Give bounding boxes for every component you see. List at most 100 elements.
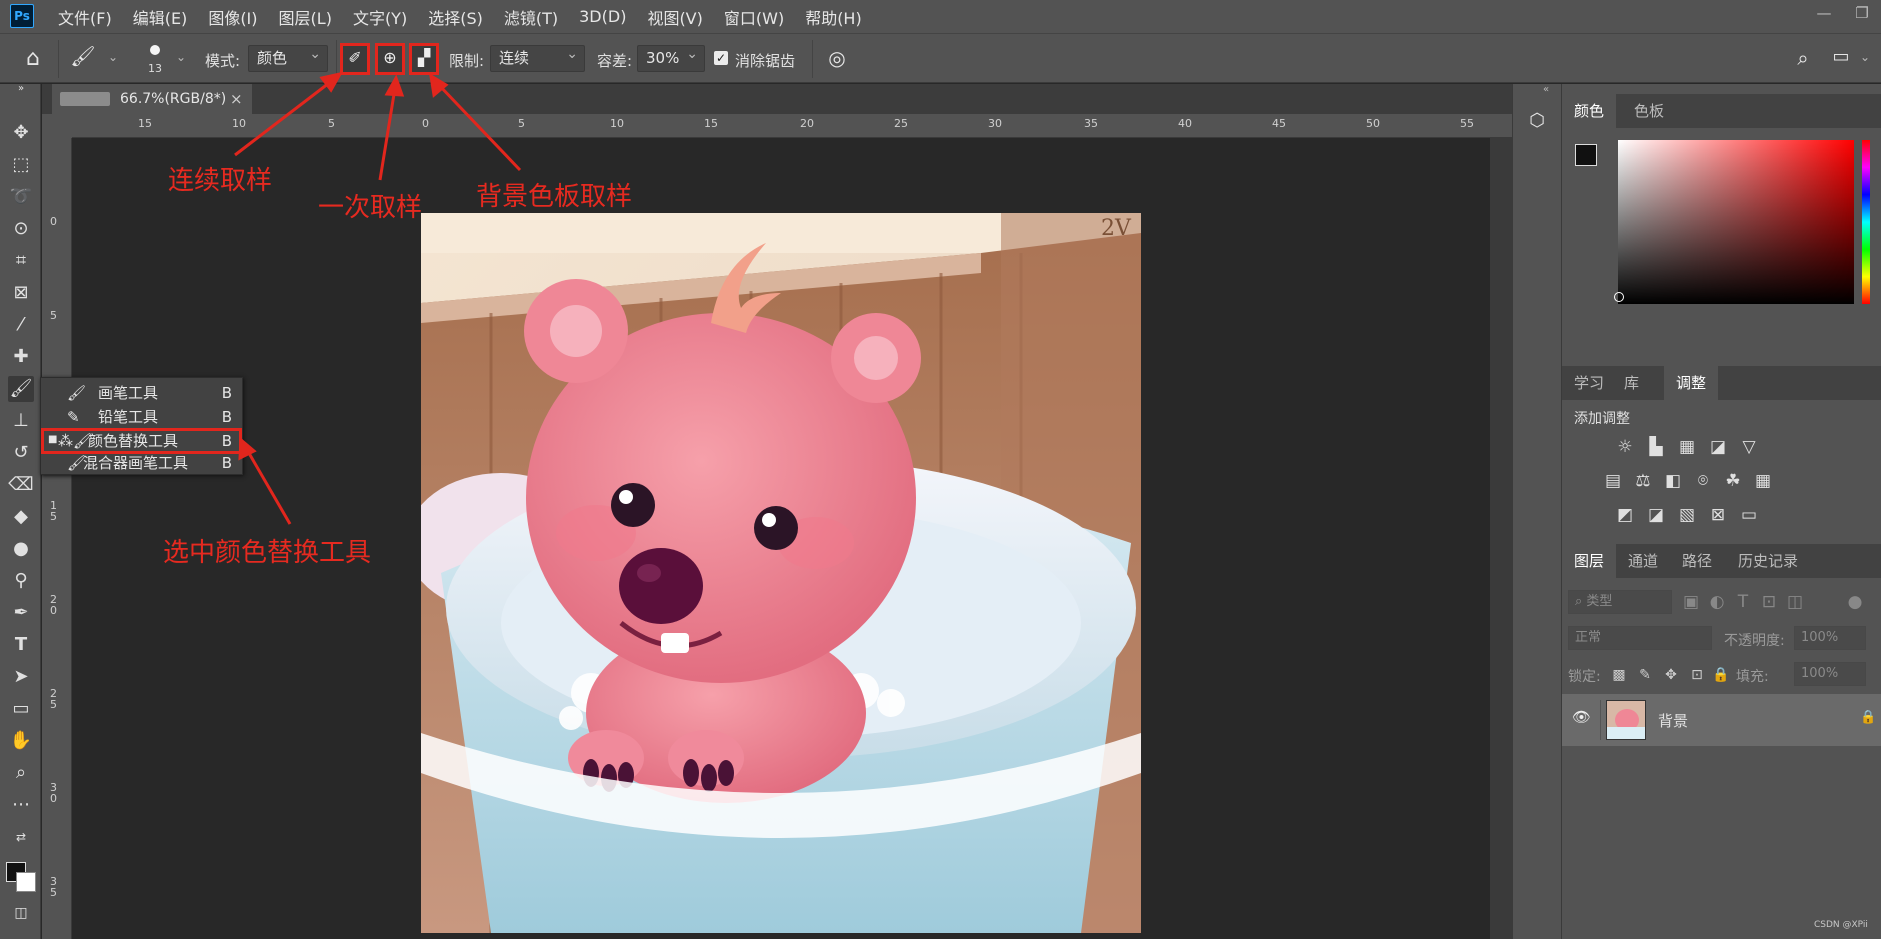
stamp-tool-icon[interactable]: ⊥	[8, 408, 34, 434]
restore-icon[interactable]: ❐	[1843, 0, 1881, 28]
search-icon[interactable]: ⌕	[1790, 46, 1816, 72]
chevron-down-icon[interactable]: ⌄	[176, 50, 186, 64]
flyout-item-mixer-brush[interactable]: 🖌 混合器画笔工具 B	[41, 451, 242, 475]
menu-file[interactable]: 文件(F)	[58, 5, 112, 29]
home-icon[interactable]: ⌂	[20, 46, 46, 72]
selective-color-icon[interactable]: ⊠	[1707, 504, 1729, 526]
exposure-icon[interactable]: ◪	[1707, 436, 1729, 458]
eraser-tool-icon[interactable]: ⌫	[8, 472, 34, 498]
tab-adjustments[interactable]: 调整	[1664, 366, 1719, 400]
filter-toggle-icon[interactable]: ●	[1844, 591, 1866, 613]
sample-continuous-icon[interactable]: ✐	[340, 43, 370, 75]
move-tool-icon[interactable]: ✥	[8, 120, 34, 146]
color-panel-foreground[interactable]	[1575, 144, 1597, 166]
paint-bucket-tool-icon[interactable]: ◆	[8, 504, 34, 530]
gradient-map-icon[interactable]: ▭	[1738, 504, 1760, 526]
layer-filter-select[interactable]: ⌕ 类型	[1568, 590, 1672, 614]
marquee-tool-icon[interactable]: ⬚	[8, 152, 34, 178]
tab-channels[interactable]: 通道	[1616, 544, 1670, 578]
swap-colors-icon[interactable]: ⇄	[8, 824, 34, 850]
lock-all-icon[interactable]: 🔒	[1710, 664, 1732, 686]
lock-position-icon[interactable]: ✥	[1660, 664, 1682, 686]
posterize-icon[interactable]: ◪	[1645, 504, 1667, 526]
frame-tool-icon[interactable]: ⊠	[8, 280, 34, 306]
quick-mask-icon[interactable]: ◫	[8, 900, 34, 926]
path-select-tool-icon[interactable]: ➤	[8, 664, 34, 690]
tab-paths[interactable]: 路径	[1670, 544, 1724, 578]
threshold-icon[interactable]: ▧	[1676, 504, 1698, 526]
fill-input[interactable]: 100%	[1794, 662, 1866, 686]
flyout-item-pencil[interactable]: ✎ 铅笔工具 B	[41, 405, 242, 429]
3d-cube-icon[interactable]: ⬡	[1525, 110, 1549, 134]
menu-image[interactable]: 图像(I)	[208, 5, 257, 29]
menu-type[interactable]: 文字(Y)	[353, 5, 407, 29]
dodge-tool-icon[interactable]: ⚲	[8, 568, 34, 594]
filter-shape-icon[interactable]: ⊡	[1758, 591, 1780, 613]
sample-background-swatch-icon[interactable]: ▞	[409, 43, 439, 75]
eye-icon[interactable]: 👁	[1572, 708, 1591, 726]
menu-view[interactable]: 视图(V)	[647, 5, 702, 29]
sample-once-icon[interactable]: ⊕	[375, 43, 405, 75]
lock-pixels-icon[interactable]: ✎	[1634, 664, 1656, 686]
collapse-icon[interactable]: »	[8, 82, 34, 96]
hand-tool-icon[interactable]: ✋	[8, 728, 34, 754]
blur-tool-icon[interactable]: ●	[8, 536, 34, 562]
menu-layer[interactable]: 图层(L)	[279, 5, 332, 29]
collapse-icon[interactable]: «	[1543, 84, 1549, 95]
mode-select[interactable]: 颜色	[248, 42, 328, 72]
type-tool-icon[interactable]: T	[8, 632, 34, 658]
limit-select[interactable]: 连续	[490, 42, 585, 72]
rectangle-tool-icon[interactable]: ▭	[8, 696, 34, 722]
channel-mixer-icon[interactable]: ☘	[1722, 470, 1744, 492]
brush-preview-icon[interactable]	[150, 45, 160, 55]
photo-filter-icon[interactable]: ⌾	[1692, 470, 1714, 492]
menu-filter[interactable]: 滤镜(T)	[504, 5, 558, 29]
layer-row[interactable]: 👁 背景 🔒	[1562, 694, 1881, 746]
crop-tool-icon[interactable]: ⌗	[8, 248, 34, 274]
history-brush-tool-icon[interactable]: ↺	[8, 440, 34, 466]
eyedropper-tool-icon[interactable]: ⁄	[8, 312, 34, 338]
tab-library[interactable]: 库	[1612, 366, 1651, 400]
blend-mode-select[interactable]: 正常	[1568, 626, 1712, 650]
black-white-icon[interactable]: ◧	[1662, 470, 1684, 492]
brightness-icon[interactable]: ☼	[1614, 436, 1636, 458]
filter-pixel-icon[interactable]: ▣	[1680, 591, 1702, 613]
lock-artboard-icon[interactable]: ⊡	[1686, 664, 1708, 686]
pressure-size-icon[interactable]: ◎	[824, 46, 850, 72]
hue-saturation-icon[interactable]: ▤	[1602, 470, 1624, 492]
color-field[interactable]	[1614, 140, 1854, 304]
close-icon[interactable]: ×	[230, 84, 248, 114]
more-tools-icon[interactable]: ⋯	[8, 792, 34, 818]
tab-swatches[interactable]: 色板	[1622, 94, 1676, 128]
invert-icon[interactable]: ◩	[1614, 504, 1636, 526]
brush-tool-icon[interactable]: 🖌	[8, 376, 34, 402]
tab-learn[interactable]: 学习	[1562, 366, 1616, 400]
flyout-item-brush[interactable]: 🖌 画笔工具 B	[41, 381, 242, 405]
menu-3d[interactable]: 3D(D)	[579, 7, 626, 26]
zoom-tool-icon[interactable]: ⌕	[8, 760, 34, 786]
chevron-down-icon[interactable]: ⌄	[1860, 50, 1870, 64]
canvas-scrollbar[interactable]	[1490, 138, 1512, 939]
filter-smart-icon[interactable]: ◫	[1784, 591, 1806, 613]
color-balance-icon[interactable]: ⚖	[1632, 470, 1654, 492]
pen-tool-icon[interactable]: ✒	[8, 600, 34, 626]
chevron-down-icon[interactable]: ⌄	[108, 50, 118, 64]
antialias-checkbox[interactable]: ✓	[714, 51, 728, 65]
color-picker-handle[interactable]	[1614, 292, 1624, 302]
opacity-input[interactable]: 100%	[1794, 626, 1866, 650]
tab-history[interactable]: 历史记录	[1726, 544, 1810, 578]
menu-edit[interactable]: 编辑(E)	[133, 5, 188, 29]
tolerance-input[interactable]: 30%	[637, 42, 705, 72]
quick-select-tool-icon[interactable]: ⊙	[8, 216, 34, 242]
hue-slider[interactable]	[1862, 140, 1870, 304]
menu-window[interactable]: 窗口(W)	[724, 5, 784, 29]
lasso-tool-icon[interactable]: ➰	[8, 184, 34, 210]
workspace-icon[interactable]: ▭	[1828, 46, 1854, 72]
levels-icon[interactable]: ▙	[1645, 436, 1667, 458]
filter-type-icon[interactable]: T	[1732, 591, 1754, 613]
document-image[interactable]: 2V	[421, 213, 1141, 933]
menu-select[interactable]: 选择(S)	[428, 5, 483, 29]
color-lookup-icon[interactable]: ▦	[1752, 470, 1774, 492]
healing-brush-tool-icon[interactable]: ✚	[8, 344, 34, 370]
vibrance-icon[interactable]: ▽	[1738, 436, 1760, 458]
